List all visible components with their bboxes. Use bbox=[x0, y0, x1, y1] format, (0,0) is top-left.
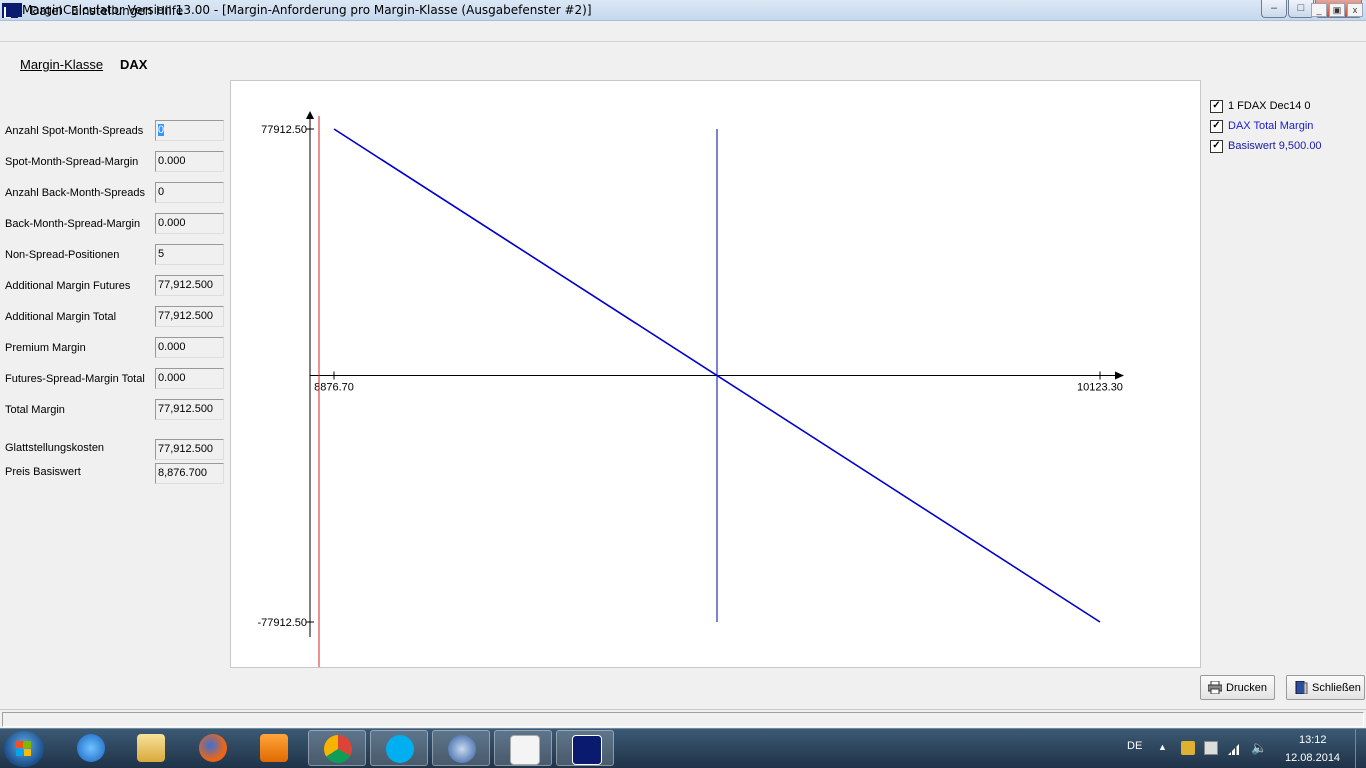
non-spread-positions-field[interactable]: 5 bbox=[155, 244, 224, 265]
additional-margin-futures-field[interactable]: 77,912.500 bbox=[155, 275, 224, 296]
taskbar-document-viewer[interactable] bbox=[494, 730, 552, 766]
show-desktop-button[interactable] bbox=[1355, 729, 1366, 768]
taskbar-media-player[interactable] bbox=[245, 730, 303, 766]
premium-margin-field[interactable]: 0.000 bbox=[155, 337, 224, 358]
menu-bar bbox=[0, 21, 1366, 42]
spot-month-spreads-field[interactable]: 0 bbox=[155, 120, 224, 141]
field-label: Anzahl Back-Month-Spreads bbox=[5, 187, 146, 199]
margin-class-value: DAX bbox=[120, 57, 148, 72]
field-label: Non-Spread-Positionen bbox=[5, 249, 120, 261]
tray-app-icon[interactable] bbox=[1181, 741, 1195, 755]
y-tick-label: -77912.50 bbox=[257, 617, 307, 629]
start-button[interactable] bbox=[4, 731, 44, 767]
field-label: Futures-Spread-Margin Total bbox=[5, 373, 145, 385]
status-field bbox=[2, 712, 1364, 727]
margin-calculator-icon bbox=[572, 735, 602, 765]
child-window-icon[interactable] bbox=[6, 3, 22, 17]
close-button-label: Schließen bbox=[1312, 682, 1361, 694]
show-hidden-icons-icon[interactable]: ▲ bbox=[1158, 742, 1167, 752]
futures-spread-margin-total-field[interactable]: 0.000 bbox=[155, 368, 224, 389]
field-label: Back-Month-Spread-Margin bbox=[5, 218, 141, 230]
field-label: Additional Margin Total bbox=[5, 311, 117, 323]
x-tick-label: 10123.30 bbox=[1077, 382, 1123, 394]
preis-basiswert-field[interactable]: 8,876.700 bbox=[155, 463, 224, 484]
taskbar-skype[interactable] bbox=[370, 730, 428, 766]
taskbar-chrome[interactable] bbox=[308, 730, 366, 766]
back-month-spread-margin-field[interactable]: 0.000 bbox=[155, 213, 224, 234]
legend-checkbox[interactable]: ✓ bbox=[1210, 140, 1223, 153]
volume-icon[interactable]: 🔈 bbox=[1251, 741, 1267, 755]
print-button-label: Drucken bbox=[1226, 682, 1267, 694]
child-restore-button[interactable]: ▣ bbox=[1329, 3, 1345, 17]
back-month-spreads-field[interactable]: 0 bbox=[155, 182, 224, 203]
menu-einstellungen[interactable]: Einstellungen bbox=[71, 4, 152, 18]
margin-chart: 77912.50 -77912.50 8876.70 10123.30 bbox=[230, 80, 1201, 668]
legend-checkbox[interactable]: ✓ bbox=[1210, 120, 1223, 133]
legend-label: DAX Total Margin bbox=[1228, 120, 1314, 132]
chart-canvas: 77912.50 -77912.50 8876.70 10123.30 bbox=[257, 111, 1124, 667]
field-label: Glattstellungskosten bbox=[5, 442, 105, 454]
child-close-button[interactable]: x bbox=[1347, 3, 1363, 17]
additional-margin-total-field[interactable]: 77,912.500 bbox=[155, 306, 224, 327]
exit-door-icon bbox=[1295, 681, 1308, 694]
media-player-icon bbox=[260, 734, 288, 762]
taskbar-file-explorer[interactable] bbox=[122, 730, 180, 766]
legend-label: Basiswert 9,500.00 bbox=[1228, 140, 1322, 152]
taskbar-margin-calculator[interactable] bbox=[556, 730, 614, 766]
menu-hilfe[interactable]: Hilfe bbox=[156, 4, 183, 18]
field-label: Total Margin bbox=[5, 404, 65, 416]
printer-icon bbox=[1208, 681, 1222, 694]
keyboard-language[interactable]: DE bbox=[1127, 740, 1142, 752]
taskbar-thunderbird[interactable] bbox=[432, 730, 490, 766]
firefox-icon bbox=[199, 734, 227, 762]
thunderbird-icon bbox=[448, 735, 476, 763]
document-icon bbox=[510, 735, 540, 765]
folder-icon bbox=[137, 734, 165, 762]
clock-time[interactable]: 13:12 bbox=[1299, 734, 1327, 746]
skype-icon bbox=[386, 735, 414, 763]
glattstellungskosten-field[interactable]: 77,912.500 bbox=[155, 439, 224, 460]
field-label: Premium Margin bbox=[5, 342, 86, 354]
field-label: Anzahl Spot-Month-Spreads bbox=[5, 125, 144, 137]
margin-class-label: Margin-Klasse bbox=[20, 57, 104, 72]
legend-checkbox[interactable]: ✓ bbox=[1210, 100, 1223, 113]
total-margin-field[interactable]: 77,912.500 bbox=[155, 399, 224, 420]
legend-panel bbox=[1201, 80, 1366, 668]
y-tick-label: 77912.50 bbox=[261, 124, 307, 136]
spot-month-spread-margin-field[interactable]: 0.000 bbox=[155, 151, 224, 172]
clock-date[interactable]: 12.08.2014 bbox=[1285, 752, 1340, 764]
print-button[interactable]: Drucken bbox=[1200, 675, 1275, 700]
x-tick-label: 8876.70 bbox=[314, 382, 354, 394]
menu-datei[interactable]: Datei bbox=[30, 4, 62, 18]
child-minimize-button[interactable]: _ bbox=[1311, 3, 1327, 17]
tray-device-icon[interactable] bbox=[1204, 741, 1218, 755]
taskbar-internet-explorer[interactable] bbox=[62, 730, 120, 766]
close-button[interactable]: Schließen bbox=[1286, 675, 1365, 700]
field-label: Preis Basiswert bbox=[5, 466, 81, 478]
field-label: Spot-Month-Spread-Margin bbox=[5, 156, 139, 168]
y-axis-arrow bbox=[306, 111, 314, 119]
internet-explorer-icon bbox=[77, 734, 105, 762]
minimize-button[interactable]: – bbox=[1261, 0, 1287, 18]
legend-label: 1 FDAX Dec14 0 bbox=[1228, 100, 1311, 112]
x-axis-arrow bbox=[1115, 371, 1124, 380]
chrome-icon bbox=[324, 735, 352, 763]
field-label: Additional Margin Futures bbox=[5, 280, 131, 292]
taskbar-firefox[interactable] bbox=[184, 730, 242, 766]
